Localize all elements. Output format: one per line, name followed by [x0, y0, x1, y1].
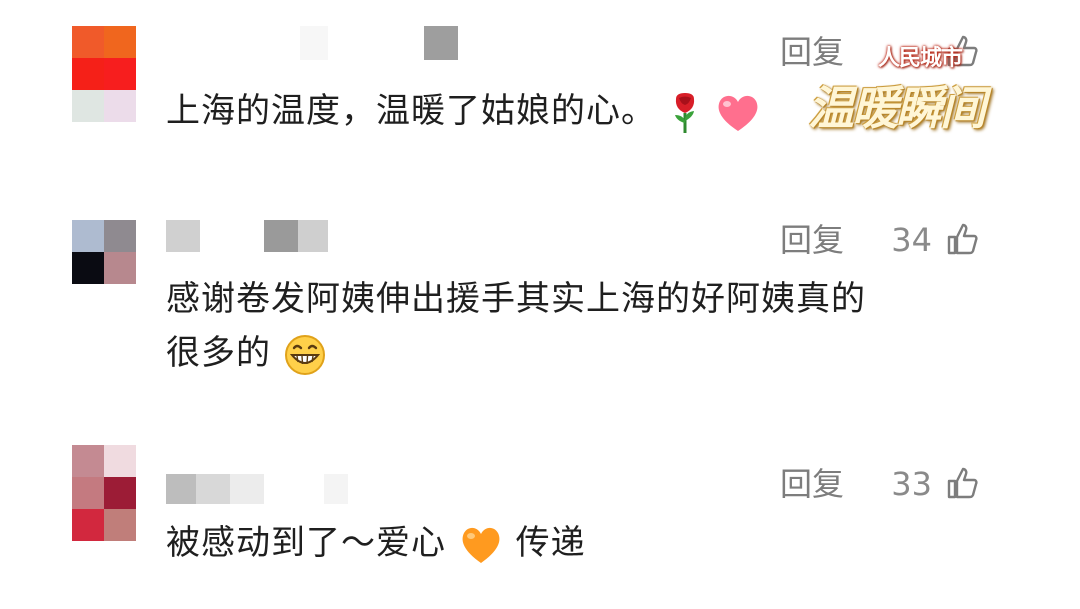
comment-body: 被感动到了～爱心 传递 — [166, 516, 586, 570]
comment-body: 感谢卷发阿姨伸出援手其实上海的好阿姨真的 很多的 — [166, 272, 866, 380]
comment-text: 上海的温度，温暖了姑娘的心。 — [166, 91, 656, 131]
comment-text-after: 传递 — [515, 523, 586, 563]
watermark-line1: 人民城市 — [878, 45, 963, 71]
username-mosaic[interactable] — [166, 220, 328, 252]
reply-button[interactable]: 回复 — [780, 464, 844, 504]
grinning-face-icon — [284, 334, 325, 375]
thumbs-up-icon[interactable] — [945, 221, 981, 257]
orange-heart-icon — [462, 527, 500, 563]
username-mosaic[interactable] — [166, 474, 348, 504]
rose-icon — [674, 92, 694, 133]
watermark-logo: 人民城市 温暖瞬间 — [808, 38, 1018, 138]
comment-text-before: 被感动到了～爱心 — [166, 523, 446, 563]
reply-button[interactable]: 回复 — [780, 220, 844, 260]
watermark-line2: 温暖瞬间 — [808, 81, 986, 135]
like-count: 34 — [891, 221, 932, 259]
avatar[interactable] — [72, 220, 136, 284]
thumbs-up-icon[interactable] — [945, 465, 981, 501]
comment-text-line2: 很多的 — [166, 326, 866, 380]
avatar[interactable] — [72, 26, 136, 122]
pink-heart-icon — [718, 95, 758, 131]
comment-text-line2-text: 很多的 — [166, 333, 271, 373]
comment-text-line1: 感谢卷发阿姨伸出援手其实上海的好阿姨真的 — [166, 279, 866, 319]
like-count: 33 — [891, 465, 932, 503]
avatar[interactable] — [72, 445, 136, 541]
username-mosaic[interactable] — [300, 26, 458, 60]
comment-body: 上海的温度，温暖了姑娘的心。 — [166, 84, 762, 138]
